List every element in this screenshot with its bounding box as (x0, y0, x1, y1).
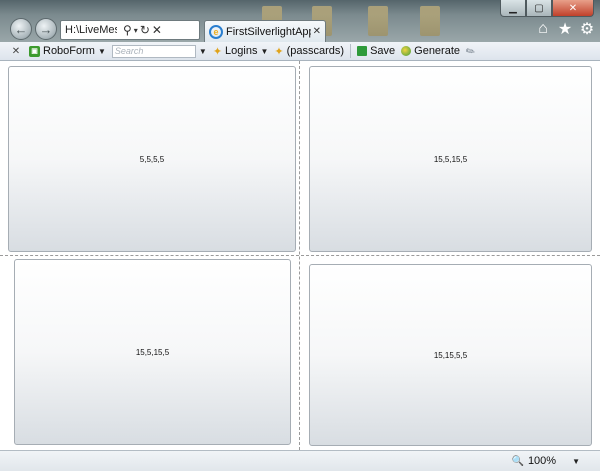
grid-cell-panel: 15,15,5,5 (309, 264, 592, 446)
passcards-button[interactable]: ✦ (passcards) (271, 45, 347, 58)
browser-frame: ▁ ▢ ✕ ← → H:\LiveMesh\M ⚲ ▾ ↻ ✕ e FirstS… (0, 0, 600, 42)
search-input[interactable]: Search (111, 44, 196, 58)
roboform-logo-icon: ▣ (29, 45, 40, 57)
roboform-toolbar: ✕ ▣ RoboForm ▼ Search ▼ ✦ Logins ▼ ✦ (pa… (0, 42, 600, 61)
stop-icon[interactable]: ✕ (152, 23, 162, 37)
browser-toolbar-icons: ⌂ ★ ⚙ (534, 20, 596, 38)
grid-cell-panel: 15,5,15,5 (309, 66, 592, 252)
forward-button[interactable]: → (35, 18, 57, 40)
generate-icon (401, 46, 412, 56)
toolbar-divider (350, 44, 352, 58)
chevron-down-icon[interactable]: ▼ (199, 47, 207, 56)
forward-arrow-icon: → (39, 21, 53, 37)
star-icon[interactable]: ★ (556, 20, 574, 38)
passcard-icon: ✦ (274, 45, 284, 58)
tab-firstsilverlightapp[interactable]: e FirstSilverlightAppli... ✕ (204, 20, 326, 42)
refresh-icon[interactable]: ↻ (140, 23, 150, 37)
desktop-folder-icon (368, 6, 388, 36)
grid-divider-horizontal (0, 255, 600, 256)
grid-cell-panel: 15,5,15,5 (14, 259, 291, 445)
passcards-label: (passcards) (286, 45, 345, 57)
chevron-down-icon: ▼ (260, 46, 269, 56)
panel-margin-label: 15,5,15,5 (433, 154, 468, 164)
logins-icon: ✦ (212, 45, 223, 58)
save-icon (357, 46, 368, 56)
tab-title: FirstSilverlightAppli... (226, 25, 311, 38)
zoom-dropdown-icon[interactable]: ▼ (572, 457, 580, 466)
panel-margin-label: 15,15,5,5 (433, 350, 468, 360)
gear-icon[interactable]: ⚙ (578, 20, 596, 38)
save-button[interactable]: Save (354, 45, 398, 57)
address-bar[interactable]: H:\LiveMesh\M ⚲ ▾ ↻ ✕ (60, 20, 200, 40)
roboform-menu-button[interactable]: ▣ RoboForm ▼ (26, 45, 109, 57)
search-icon[interactable]: ⚲ (123, 23, 132, 37)
maximize-button[interactable]: ▢ (526, 0, 552, 17)
address-text[interactable]: H:\LiveMesh\M (61, 24, 117, 36)
logins-button[interactable]: ✦ Logins ▼ (210, 45, 272, 58)
toolbar-close-icon[interactable]: ✕ (10, 46, 22, 57)
highlight-button[interactable]: ✎ (463, 43, 478, 59)
ie-icon: e (209, 24, 223, 39)
tab-close-icon[interactable]: ✕ (313, 26, 321, 37)
logins-label: Logins (225, 45, 258, 57)
page-content: 5,5,5,5 15,5,15,5 15,5,15,5 15,15,5,5 (0, 61, 600, 450)
zoom-icon: 🔍 (511, 455, 524, 467)
search-field[interactable]: Search ▼ (109, 44, 210, 58)
generate-button[interactable]: Generate (398, 45, 463, 57)
back-button[interactable]: ← (10, 18, 32, 40)
generate-label: Generate (414, 45, 461, 57)
grid-cell-panel: 5,5,5,5 (8, 66, 296, 252)
desktop-folder-icon (420, 6, 440, 36)
save-label: Save (370, 45, 396, 57)
minimize-button[interactable]: ▁ (500, 0, 526, 17)
chevron-down-icon: ▼ (97, 46, 106, 56)
dropdown-icon[interactable]: ▾ (134, 26, 138, 35)
zoom-level[interactable]: 100% (528, 455, 556, 467)
brush-icon: ✎ (463, 43, 478, 59)
home-icon[interactable]: ⌂ (534, 20, 552, 38)
panel-margin-label: 5,5,5,5 (139, 154, 165, 164)
status-bar: 🔍 100% ▼ (0, 450, 600, 471)
window-close-button[interactable]: ✕ (552, 0, 594, 17)
window-controls: ▁ ▢ ✕ (500, 0, 594, 17)
panel-margin-label: 15,5,15,5 (135, 347, 170, 357)
roboform-label: RoboForm (43, 45, 95, 57)
back-arrow-icon: ← (14, 21, 28, 37)
